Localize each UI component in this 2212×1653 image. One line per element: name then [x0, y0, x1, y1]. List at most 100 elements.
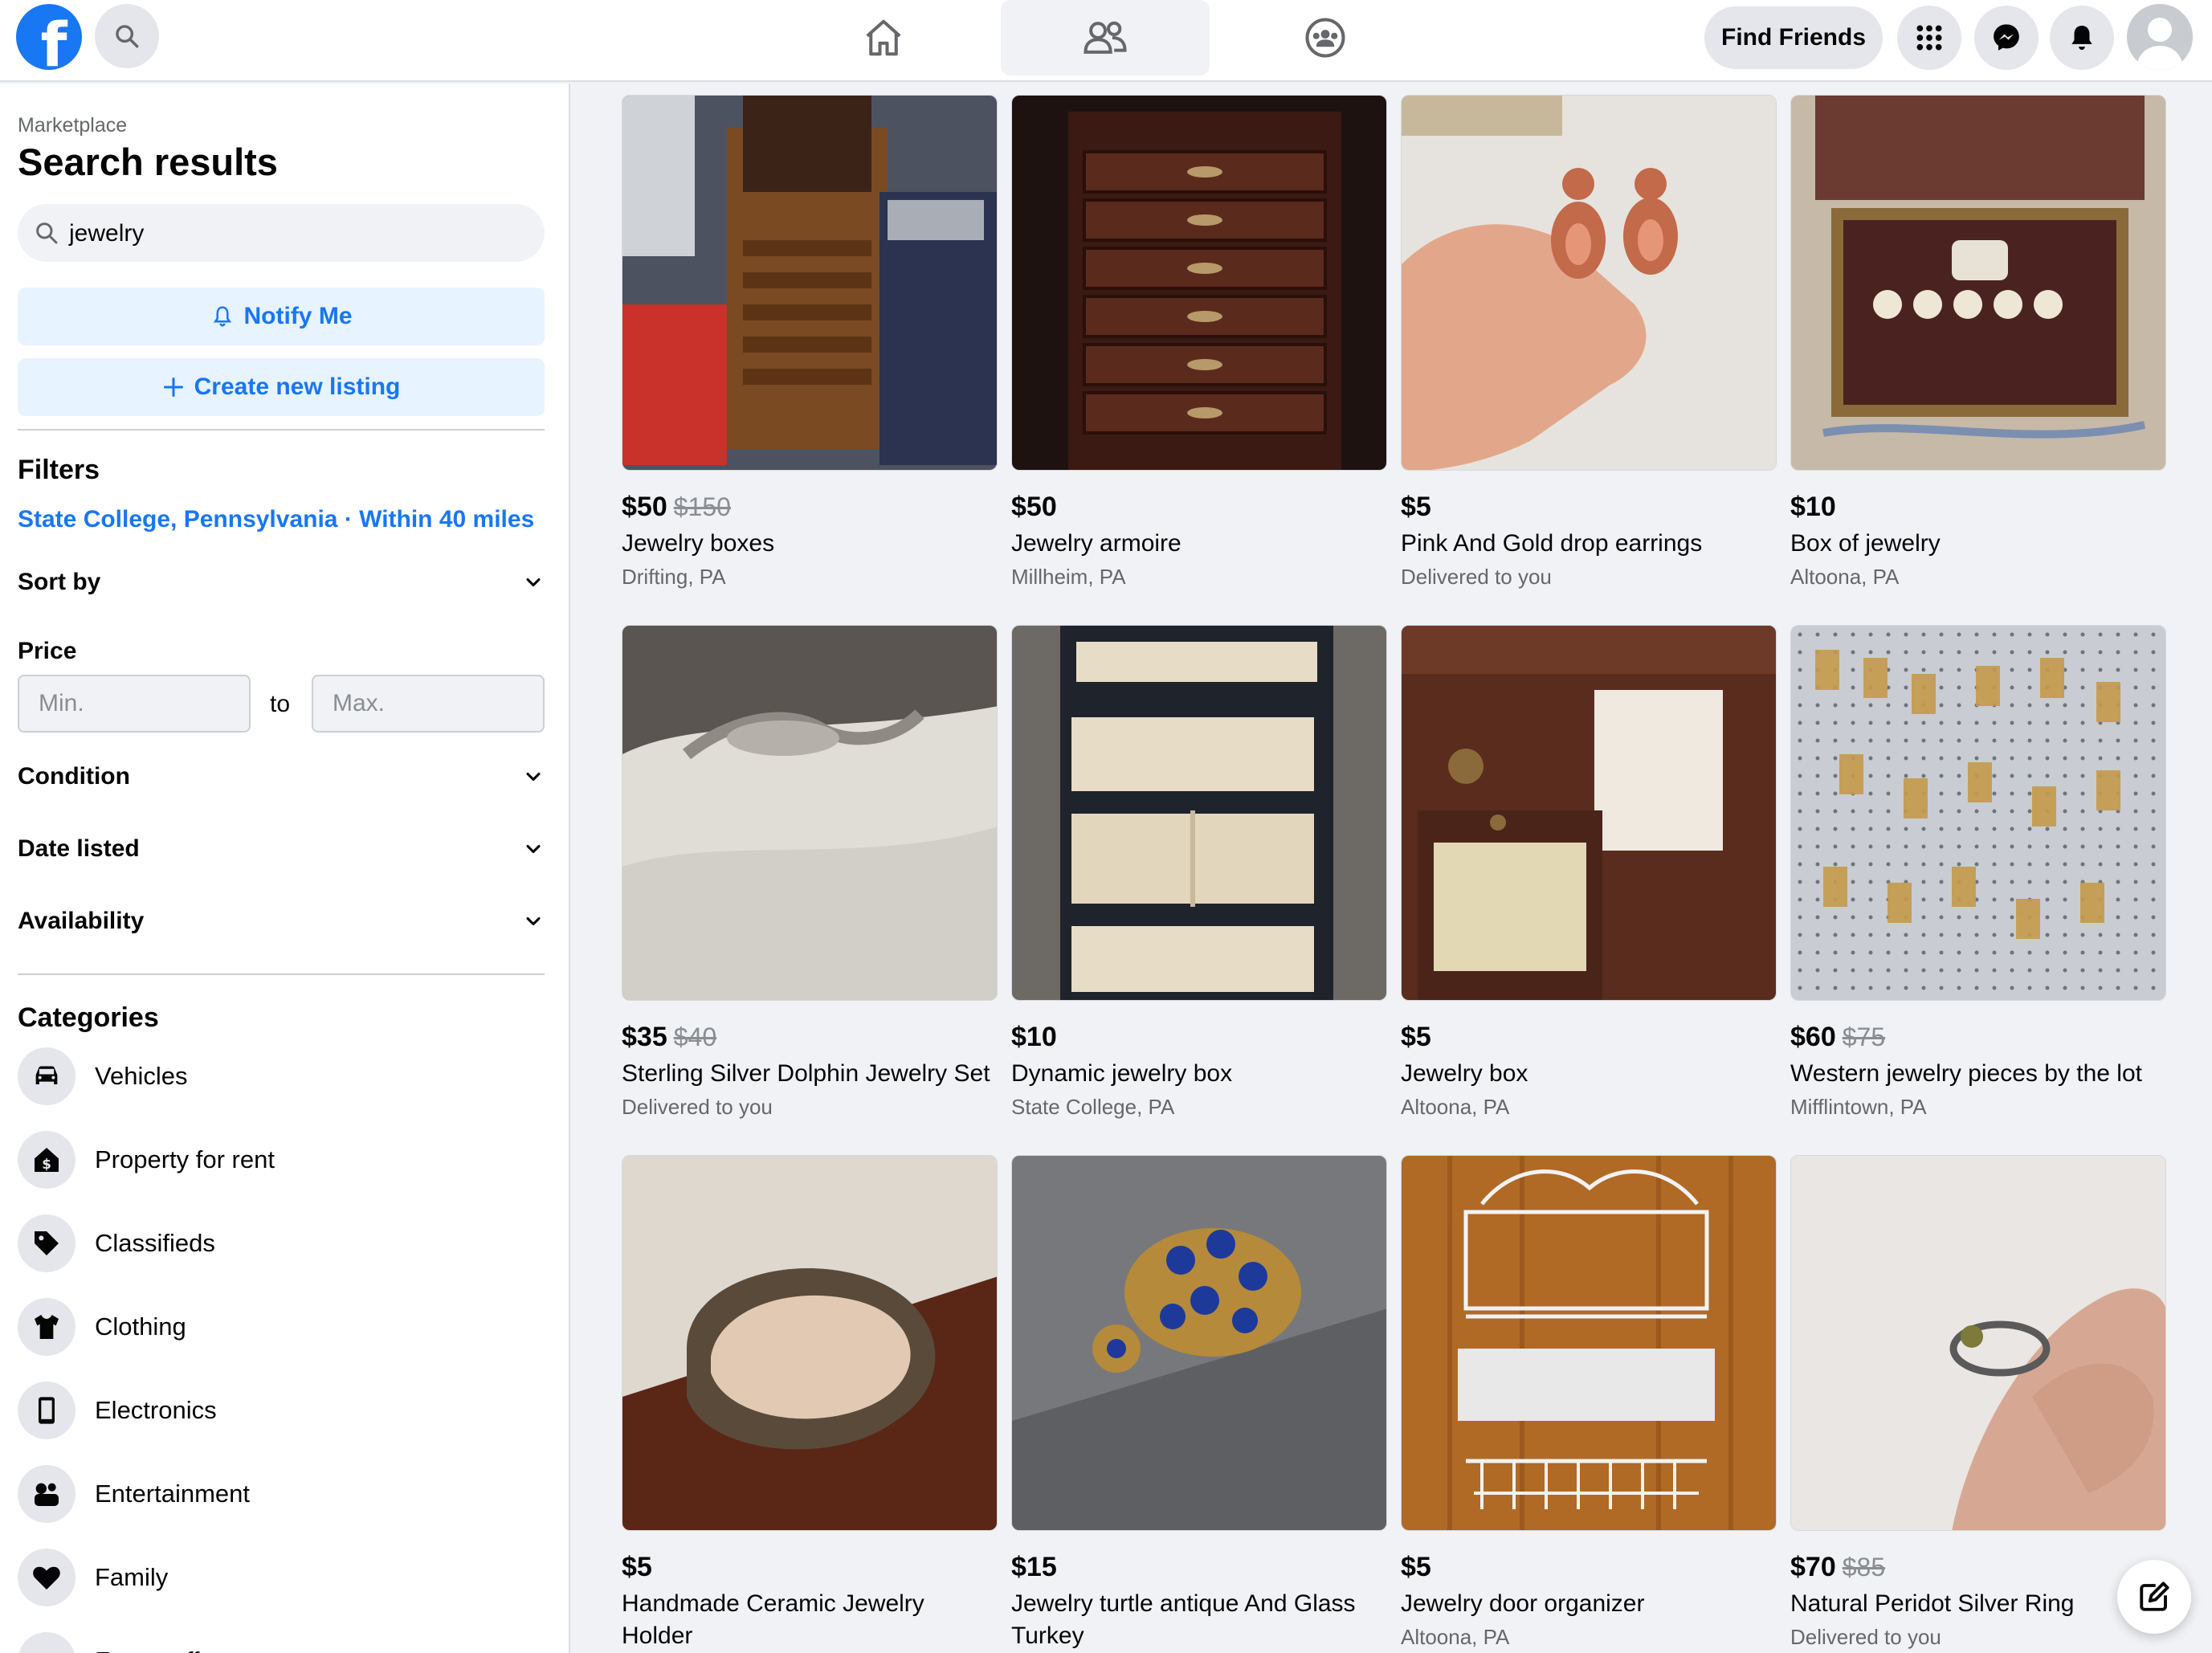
- listing-photo[interactable]: [1401, 95, 1777, 471]
- menu-button[interactable]: [1897, 6, 1961, 70]
- listing-title[interactable]: Box of jewelry: [1790, 528, 2166, 560]
- listing-price: $15: [1011, 1552, 1057, 1582]
- category-label: Clothing: [95, 1312, 186, 1341]
- listing-photo[interactable]: [622, 625, 998, 1001]
- tab-groups[interactable]: [1221, 0, 1430, 76]
- location-filter-link[interactable]: State College, Pennsylvania · Within 40 …: [18, 506, 534, 533]
- listing-card[interactable]: $5 Handmade Ceramic Jewelry Holder: [622, 1155, 998, 1653]
- categories-heading: Categories: [18, 1002, 159, 1033]
- listing-photo[interactable]: [1790, 1155, 2166, 1531]
- house-dollar-icon: $: [18, 1131, 76, 1189]
- category-entertainment[interactable]: Entertainment: [18, 1463, 250, 1524]
- listing-location: Mifflintown, PA: [1790, 1095, 1927, 1119]
- listing-card[interactable]: $70 $85 Natural Peridot Silver Ring Deliv…: [1790, 1155, 2166, 1650]
- listing-photo[interactable]: [1011, 625, 1387, 1001]
- category-property-for-rent[interactable]: $ Property for rent: [18, 1129, 275, 1190]
- listing-title[interactable]: Jewelry box: [1401, 1058, 1777, 1090]
- listing-title[interactable]: Jewelry door organizer: [1401, 1588, 1777, 1620]
- availability-dropdown[interactable]: Availability: [18, 901, 545, 941]
- category-label: Property for rent: [95, 1145, 275, 1173]
- breadcrumb[interactable]: Marketplace: [18, 114, 127, 137]
- availability-label: Availability: [18, 908, 145, 934]
- listing-price-row: $50: [1011, 492, 1387, 523]
- heart-icon: [18, 1549, 76, 1606]
- listing-card[interactable]: $15 Jewelry turtle antique And Glass Tur…: [1011, 1155, 1387, 1653]
- listing-photo[interactable]: [1790, 95, 2166, 471]
- price-label: Price: [18, 638, 77, 664]
- category-clothing[interactable]: Clothing: [18, 1296, 186, 1357]
- listing-card[interactable]: $10 Dynamic jewelry box State College, P…: [1011, 625, 1387, 1120]
- listing-card[interactable]: $5 Jewelry box Altoona, PA: [1401, 625, 1777, 1120]
- listing-card[interactable]: $5 Jewelry door organizer Altoona, PA: [1401, 1155, 1777, 1650]
- listing-location: Drifting, PA: [622, 565, 726, 589]
- listing-title[interactable]: Natural Peridot Silver Ring: [1790, 1588, 2166, 1620]
- listing-price-row: $10: [1011, 1022, 1387, 1053]
- listing-photo[interactable]: [1401, 1155, 1777, 1531]
- category-label: Free stuff: [95, 1647, 199, 1653]
- category-classifieds[interactable]: Classifieds: [18, 1213, 215, 1274]
- messenger-icon: [1994, 24, 2019, 51]
- tab-home[interactable]: [779, 0, 988, 76]
- plus-icon: [163, 377, 183, 398]
- listing-card[interactable]: $60 $75 Western jewelry pieces by the lot…: [1790, 625, 2166, 1120]
- divider: [18, 973, 545, 975]
- listing-location: State College, PA: [1011, 1095, 1175, 1119]
- category-family[interactable]: Family: [18, 1547, 168, 1608]
- chevron-down-icon: [526, 772, 541, 782]
- listing-price: $50: [622, 492, 667, 522]
- create-listing-button[interactable]: Create new listing: [18, 358, 545, 416]
- new-message-button[interactable]: [2117, 1560, 2191, 1634]
- notifications-button[interactable]: [2050, 6, 2114, 70]
- listing-card[interactable]: $10 Box of jewelry Altoona, PA: [1790, 95, 2166, 590]
- listing-photo[interactable]: [1401, 625, 1777, 1001]
- listing-location: Delivered to you: [1790, 1625, 1941, 1649]
- listing-location: Altoona, PA: [1401, 1095, 1510, 1119]
- category-label: Family: [95, 1563, 169, 1591]
- listing-card[interactable]: $5 Pink And Gold drop earrings Delivered…: [1401, 95, 1777, 590]
- home-icon: [866, 19, 901, 56]
- listing-photo[interactable]: [622, 1155, 998, 1531]
- facebook-logo[interactable]: f: [16, 4, 82, 70]
- find-friends-button[interactable]: Find Friends: [1704, 6, 1883, 69]
- category-free-stuff[interactable]: Free stuff: [18, 1631, 199, 1653]
- profile-avatar[interactable]: [2127, 4, 2193, 70]
- listing-title[interactable]: Jewelry turtle antique And Glass Turkey: [1011, 1588, 1387, 1652]
- listing-title[interactable]: Dynamic jewelry box: [1011, 1058, 1387, 1090]
- tag-icon: [18, 1214, 76, 1272]
- listing-title[interactable]: Pink And Gold drop earrings: [1401, 528, 1777, 560]
- listing-price: $5: [1401, 1022, 1431, 1052]
- price-min-input[interactable]: Min.: [18, 675, 251, 733]
- messenger-button[interactable]: [1974, 6, 2039, 70]
- listing-title[interactable]: Sterling Silver Dolphin Jewelry Set: [622, 1058, 998, 1090]
- date-listed-dropdown[interactable]: Date listed: [18, 829, 545, 869]
- create-listing-label: Create new listing: [194, 373, 401, 400]
- sort-by-dropdown[interactable]: Sort by: [18, 562, 545, 602]
- condition-dropdown[interactable]: Condition: [18, 757, 545, 797]
- listing-title[interactable]: Handmade Ceramic Jewelry Holder: [622, 1588, 998, 1652]
- listing-price: $10: [1790, 492, 1836, 522]
- marketplace-search-input[interactable]: jewelry: [18, 204, 545, 262]
- listing-price-row: $15: [1011, 1552, 1387, 1583]
- listing-title[interactable]: Jewelry boxes: [622, 528, 998, 560]
- listing-location: Altoona, PA: [1790, 565, 1900, 589]
- listing-photo[interactable]: [622, 95, 998, 471]
- notify-me-button[interactable]: Notify Me: [18, 288, 545, 345]
- listing-photo[interactable]: [1011, 95, 1387, 471]
- category-electronics[interactable]: Electronics: [18, 1380, 217, 1441]
- price-max-input[interactable]: Max.: [312, 675, 545, 733]
- category-vehicles[interactable]: Vehicles: [18, 1046, 187, 1107]
- listing-card[interactable]: $50 Jewelry armoire Millheim, PA: [1011, 95, 1387, 590]
- listing-photo[interactable]: [1790, 625, 2166, 1001]
- listing-card[interactable]: $35 $40 Sterling Silver Dolphin Jewelry S…: [622, 625, 998, 1120]
- listing-title[interactable]: Jewelry armoire: [1011, 528, 1387, 560]
- listing-price: $60: [1790, 1022, 1836, 1052]
- listing-card[interactable]: $50 $150 Jewelry boxes Drifting, PA: [622, 95, 998, 590]
- tab-friends[interactable]: [1001, 0, 1210, 76]
- search-button[interactable]: [95, 4, 159, 68]
- listing-original-price: $150: [673, 492, 731, 521]
- svg-text:$: $: [42, 1157, 51, 1172]
- shirt-icon: [18, 1298, 76, 1356]
- listing-title[interactable]: Western jewelry pieces by the lot: [1790, 1058, 2166, 1090]
- listing-photo[interactable]: [1011, 1155, 1387, 1531]
- category-label: Electronics: [95, 1396, 217, 1424]
